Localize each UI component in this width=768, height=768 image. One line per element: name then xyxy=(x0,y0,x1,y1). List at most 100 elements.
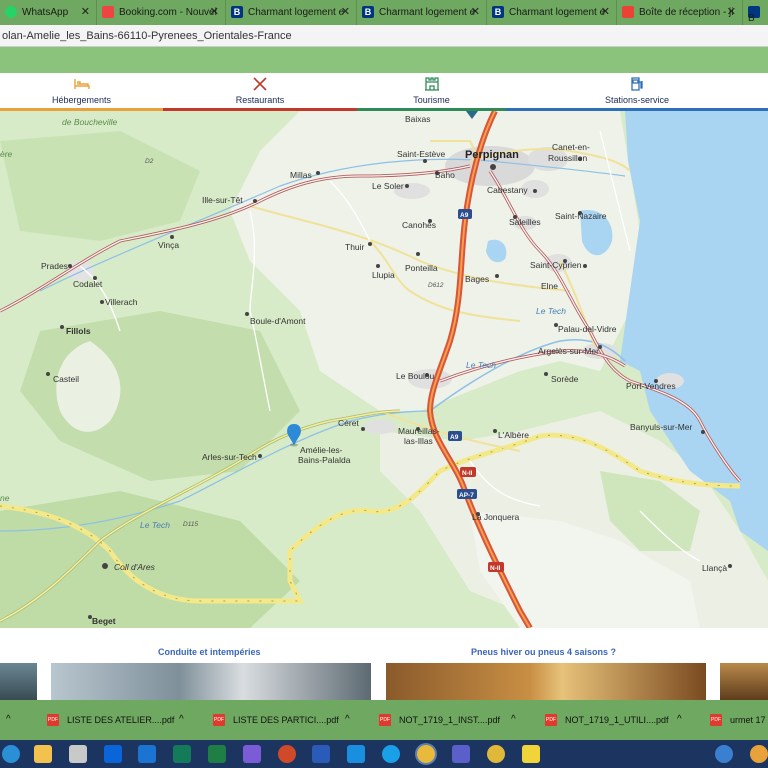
booking-icon: B xyxy=(748,6,760,24)
map-label: Casteil xyxy=(53,374,79,384)
powerpoint-icon[interactable] xyxy=(278,745,296,763)
map-label: Palau-del-Vidre xyxy=(558,324,617,334)
tab-boite-de-reception[interactable]: Boîte de réception - ji ✕ xyxy=(617,0,743,25)
map-label: Saint-Estève xyxy=(397,149,445,159)
tab-charmant-logement-2[interactable]: B Charmant logement e ✕ xyxy=(357,0,487,25)
download-item[interactable]: PDF NOT_1719_1_UTILI....pdf ^ xyxy=(545,700,695,740)
map-label: Prades xyxy=(41,261,68,271)
chevron-up-icon[interactable]: ^ xyxy=(345,700,350,740)
map-label: Sorède xyxy=(551,374,579,384)
map-label: ère xyxy=(0,149,13,159)
map-label: Saint-Cyprien xyxy=(530,260,582,270)
article-title-pneus[interactable]: Pneus hiver ou pneus 4 saisons ? xyxy=(471,647,616,657)
map-label: Llançà xyxy=(702,563,727,573)
pdf-icon: PDF xyxy=(379,714,391,726)
tab-charmant-logement-3[interactable]: B Charmant logement e ✕ xyxy=(487,0,617,25)
map-label: Banyuls-sur-Mer xyxy=(630,422,693,432)
map-label: Roussillon xyxy=(548,153,587,163)
map-label: Argelès-sur-Mer xyxy=(538,346,599,356)
publisher-icon[interactable] xyxy=(173,745,191,763)
tab-booking-active[interactable]: B xyxy=(743,0,768,25)
app-icon[interactable] xyxy=(243,745,261,763)
location-pin-icon[interactable] xyxy=(287,424,301,447)
bed-icon xyxy=(73,79,90,89)
category-nav: Hébergements Restaurants Tourisme Statio… xyxy=(0,73,768,111)
map-label: Le Tech xyxy=(536,306,566,316)
road-label-d2: D2 xyxy=(145,158,154,165)
chrome-icon[interactable] xyxy=(417,745,435,763)
word-icon[interactable] xyxy=(312,745,330,763)
tab-booking-nouvel[interactable]: Booking.com - Nouvel ✕ xyxy=(97,0,226,25)
address-bar[interactable]: olan-Amelie_les_Bains-66110-Pyrenees_Ori… xyxy=(0,25,768,47)
nav-item-restaurants[interactable]: Restaurants xyxy=(163,73,357,111)
map-label: Le Tech xyxy=(140,520,170,530)
map-label: Maureillas- xyxy=(398,426,440,436)
article-thumbnail[interactable] xyxy=(720,663,768,700)
map-label: ne xyxy=(0,493,10,503)
tab-charmant-logement-1[interactable]: B Charmant logement e ✕ xyxy=(226,0,357,25)
map-label: La Jonquera xyxy=(472,512,520,522)
map-label: Codalet xyxy=(73,279,103,289)
close-tab-icon[interactable]: ✕ xyxy=(81,0,90,25)
dropbox-icon[interactable] xyxy=(104,745,122,763)
landmark-icon xyxy=(424,77,439,91)
file-explorer-icon[interactable] xyxy=(34,745,52,763)
pdf-icon: PDF xyxy=(710,714,722,726)
article-title-conduite[interactable]: Conduite et intempéries xyxy=(158,647,261,657)
map-label-amelie: Bains-Palalda xyxy=(298,455,351,465)
edge-icon[interactable] xyxy=(2,745,20,763)
nav-item-tourisme[interactable]: Tourisme xyxy=(357,73,506,111)
map-label: Millas xyxy=(290,170,312,180)
download-item[interactable]: PDF NOT_1719_1_INST....pdf ^ xyxy=(379,700,529,740)
road-label-n2: N-II xyxy=(462,470,473,477)
chevron-up-icon[interactable]: ^ xyxy=(511,700,516,740)
map-label: Vinça xyxy=(158,240,179,250)
download-item[interactable]: PDF LISTE DES PARTICI....pdf ^ xyxy=(213,700,363,740)
chevron-up-icon[interactable]: ^ xyxy=(677,700,682,740)
help-icon[interactable] xyxy=(715,745,733,763)
excel-icon[interactable] xyxy=(208,745,226,763)
map-label: Le Tech xyxy=(466,360,496,370)
teams-icon[interactable] xyxy=(452,745,470,763)
download-chevron[interactable]: ^ xyxy=(6,700,24,740)
sticky-notes-icon[interactable] xyxy=(522,745,540,763)
article-thumbnail-conduite[interactable] xyxy=(51,663,371,700)
close-tab-icon[interactable]: ✕ xyxy=(471,0,480,25)
download-item[interactable]: PDF LISTE DES ATELIER....pdf ^ xyxy=(47,700,197,740)
close-tab-icon[interactable]: ✕ xyxy=(210,0,219,25)
map-label: Fillols xyxy=(66,326,91,336)
pdf-icon: PDF xyxy=(545,714,557,726)
pdf-icon: PDF xyxy=(213,714,225,726)
chrome-profile-icon[interactable] xyxy=(487,745,505,763)
nav-item-hebergements[interactable]: Hébergements xyxy=(0,73,163,111)
article-thumbnail-pneus[interactable] xyxy=(386,663,706,700)
weather-icon[interactable] xyxy=(750,745,768,763)
map-label: Coll d'Ares xyxy=(114,562,156,572)
map-label: Canet-en- xyxy=(552,142,590,152)
map-label: Elne xyxy=(541,281,558,291)
map-canvas[interactable]: de Boucheville Baixas Perpignan Canet-en… xyxy=(0,111,768,628)
nav-item-stations-service[interactable]: Stations-service xyxy=(506,73,768,111)
map-view[interactable]: de Boucheville Baixas Perpignan Canet-en… xyxy=(0,111,768,628)
tab-whatsapp[interactable]: WhatsApp ✕ xyxy=(0,0,97,25)
os-taskbar xyxy=(0,740,768,768)
chevron-up-icon: ^ xyxy=(6,714,11,725)
map-label: Llupia xyxy=(372,270,395,280)
map-label: de Boucheville xyxy=(62,117,118,127)
map-label: Port-Vendres xyxy=(626,381,676,391)
download-item[interactable]: PDF urmet 17 xyxy=(710,700,768,740)
article-thumbnail[interactable] xyxy=(0,663,37,700)
close-tab-icon[interactable]: ✕ xyxy=(727,0,736,25)
cutlery-icon xyxy=(253,77,267,91)
chevron-up-icon[interactable]: ^ xyxy=(179,700,184,740)
store-icon[interactable] xyxy=(69,745,87,763)
map-label: Ille-sur-Têt xyxy=(202,195,243,205)
skype-icon[interactable] xyxy=(382,745,400,763)
close-tab-icon[interactable]: ✕ xyxy=(601,0,610,25)
teamviewer-icon[interactable] xyxy=(347,745,365,763)
articles-band: Conduite et intempéries Pneus hiver ou p… xyxy=(0,628,768,700)
map-label: Arles-sur-Tech xyxy=(202,452,257,462)
pdf-icon: PDF xyxy=(47,714,59,726)
close-tab-icon[interactable]: ✕ xyxy=(341,0,350,25)
mail-icon[interactable] xyxy=(138,745,156,763)
